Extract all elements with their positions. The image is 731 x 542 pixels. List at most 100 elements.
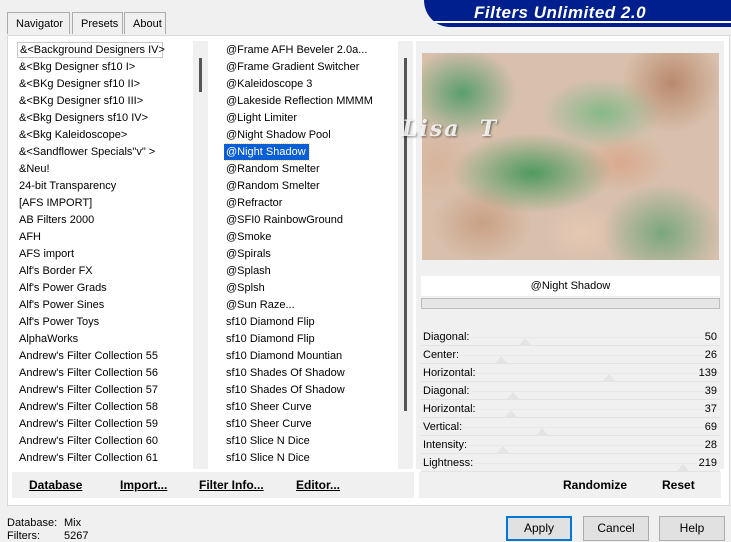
slider-row[interactable]: Intensity: 28 xyxy=(421,436,720,454)
category-list-item[interactable]: AFH xyxy=(17,229,41,245)
category-scrollbar[interactable] xyxy=(193,41,208,469)
filter-list-item[interactable]: @Random Smelter xyxy=(224,178,320,194)
slider-value: 28 xyxy=(704,439,717,451)
database-button[interactable]: Database xyxy=(29,478,82,492)
filter-list-item[interactable]: sf10 Sheer Curve xyxy=(224,399,312,415)
filter-scrollbar[interactable] xyxy=(398,41,413,469)
filter-list-item[interactable]: @Random Smelter xyxy=(224,161,320,177)
category-list[interactable]: &<Background Designers IV> &<Bkg Designer… xyxy=(17,41,193,469)
category-list-item[interactable]: [AFS IMPORT] xyxy=(17,195,92,211)
tab-navigator-label: Navigator xyxy=(16,18,64,30)
filter-list-item[interactable]: sf10 Shades Of Shadow xyxy=(224,365,345,381)
slider-thumb[interactable] xyxy=(495,356,507,363)
filter-list-item[interactable]: sf10 Shades Of Shadow xyxy=(224,382,345,398)
filter-list[interactable]: @Frame AFH Beveler 2.0a... @Frame Gradien… xyxy=(224,41,398,469)
filter-list-item[interactable]: @Night Shadow Pool xyxy=(224,127,331,143)
slider-thumb[interactable] xyxy=(507,392,519,399)
category-list-item[interactable]: Alf's Border FX xyxy=(17,263,93,279)
slider-value: 139 xyxy=(698,367,717,379)
help-button[interactable]: Help xyxy=(659,516,725,541)
tab-about[interactable]: About xyxy=(124,12,166,34)
category-list-item[interactable]: Andrew's Filter Collection 58 xyxy=(17,399,158,415)
slider-thumb[interactable] xyxy=(603,374,615,381)
category-list-item[interactable]: AB Filters 2000 xyxy=(17,212,94,228)
progress-bar xyxy=(421,298,720,309)
category-scrollbar-thumb[interactable] xyxy=(199,58,202,92)
filter-list-item[interactable]: sf10 Slice N Dice xyxy=(224,450,310,466)
category-list-item[interactable]: AlphaWorks xyxy=(17,331,78,347)
slider-value: 219 xyxy=(698,457,717,469)
slider-row[interactable]: Center: 26 xyxy=(421,346,720,364)
reset-button[interactable]: Reset xyxy=(662,478,695,492)
category-list-item[interactable]: AFS import xyxy=(17,246,74,262)
database-status-label: Database: xyxy=(7,517,58,529)
category-list-item[interactable]: &<BKg Designer sf10 III> xyxy=(17,93,143,109)
category-list-item[interactable]: Alf's Power Sines xyxy=(17,297,104,313)
category-list-item[interactable]: &<Bkg Designers sf10 IV> xyxy=(17,110,148,126)
tab-presets[interactable]: Presets xyxy=(72,12,123,34)
category-list-item[interactable]: &<Sandflower Specials"v" > xyxy=(17,144,155,160)
category-list-item[interactable]: &<BKg Designer sf10 II> xyxy=(17,76,140,92)
category-list-item[interactable]: Andrew's Filter Collection 56 xyxy=(17,365,158,381)
filter-list-item[interactable]: @Splsh xyxy=(224,280,265,296)
slider-thumb[interactable] xyxy=(505,410,517,417)
filter-list-item[interactable]: @Frame AFH Beveler 2.0a... xyxy=(224,42,367,58)
filter-list-item[interactable]: @Light Limiter xyxy=(224,110,297,126)
filter-list-item[interactable]: sf10 Sheer Curve xyxy=(224,416,312,432)
randomize-button[interactable]: Randomize xyxy=(563,478,627,492)
category-list-item[interactable]: 24-bit Transparency xyxy=(17,178,116,194)
import-button[interactable]: Import... xyxy=(120,478,167,492)
slider-value: 26 xyxy=(704,349,717,361)
filter-list-item[interactable]: @Sun Raze... xyxy=(224,297,295,313)
slider-row[interactable]: Horizontal: 139 xyxy=(421,364,720,382)
filter-list-item[interactable]: sf10 Diamond Flip xyxy=(224,331,315,347)
category-list-item[interactable]: Alf's Power Grads xyxy=(17,280,107,296)
filter-list-item[interactable]: sf10 Slice N Dice xyxy=(224,433,310,449)
category-list-item[interactable]: Andrew's Filter Collection 61 xyxy=(17,450,158,466)
slider-label: Vertical: xyxy=(423,421,463,433)
filters-count-value: 5267 xyxy=(64,530,89,542)
slider-row[interactable]: Lightness: 219 xyxy=(421,454,720,472)
filter-list-item[interactable]: @SFI0 RainbowGround xyxy=(224,212,343,228)
slider-thumb[interactable] xyxy=(497,446,509,453)
filter-list-item[interactable]: sf10 Diamond Flip xyxy=(224,314,315,330)
slider-value: 69 xyxy=(704,421,717,433)
filter-info-button[interactable]: Filter Info... xyxy=(199,478,264,492)
category-list-item[interactable]: Andrew's Filter Collection 55 xyxy=(17,348,158,364)
category-list-item[interactable]: Andrew's Filter Collection 60 xyxy=(17,433,158,449)
filter-list-item[interactable]: @Lakeside Reflection MMMM xyxy=(224,93,373,109)
slider-thumb[interactable] xyxy=(519,338,531,345)
filter-list-item[interactable]: sf10 Diamond Mountian xyxy=(224,348,342,364)
slider-label: Horizontal: xyxy=(423,367,476,379)
category-list-item[interactable]: &Neu! xyxy=(17,161,50,177)
slider-track[interactable] xyxy=(421,355,720,356)
filter-list-item[interactable]: @Refractor xyxy=(224,195,282,211)
category-list-item[interactable]: &<Background Designers IV> xyxy=(17,42,165,58)
app-title: Filters Unlimited 2.0 xyxy=(474,3,647,22)
filter-scrollbar-thumb[interactable] xyxy=(404,58,407,411)
cancel-button[interactable]: Cancel xyxy=(583,516,649,541)
category-list-item[interactable]: &<Bkg Designer sf10 I> xyxy=(17,59,135,75)
slider-thumb[interactable] xyxy=(677,464,689,471)
slider-value: 39 xyxy=(704,385,717,397)
filter-list-item[interactable]: @Spirals xyxy=(224,246,271,262)
apply-button[interactable]: Apply xyxy=(506,516,572,541)
slider-row[interactable]: Diagonal: 39 xyxy=(421,382,720,400)
slider-row[interactable]: Diagonal: 50 xyxy=(421,328,720,346)
slider-thumb[interactable] xyxy=(536,428,548,435)
slider-row[interactable]: Horizontal: 37 xyxy=(421,400,720,418)
preview-watermark: Lisa T xyxy=(402,116,499,142)
tab-navigator[interactable]: Navigator xyxy=(7,12,70,34)
filter-list-item[interactable]: @Night Shadow xyxy=(224,143,310,161)
filter-list-item[interactable]: @Smoke xyxy=(224,229,271,245)
editor-button[interactable]: Editor... xyxy=(296,478,340,492)
category-list-item[interactable]: Andrew's Filter Collection 59 xyxy=(17,416,158,432)
filter-list-item[interactable]: @Frame Gradient Switcher xyxy=(224,59,359,75)
category-list-item[interactable]: &<Bkg Kaleidoscope> xyxy=(17,127,127,143)
slider-row[interactable]: Vertical: 69 xyxy=(421,418,720,436)
category-list-item[interactable]: Andrew's Filter Collection 57 xyxy=(17,382,158,398)
filter-list-item[interactable]: @Kaleidoscope 3 xyxy=(224,76,312,92)
category-list-item[interactable]: Alf's Power Toys xyxy=(17,314,99,330)
filter-list-item[interactable]: @Splash xyxy=(224,263,271,279)
slider-track[interactable] xyxy=(421,427,720,428)
